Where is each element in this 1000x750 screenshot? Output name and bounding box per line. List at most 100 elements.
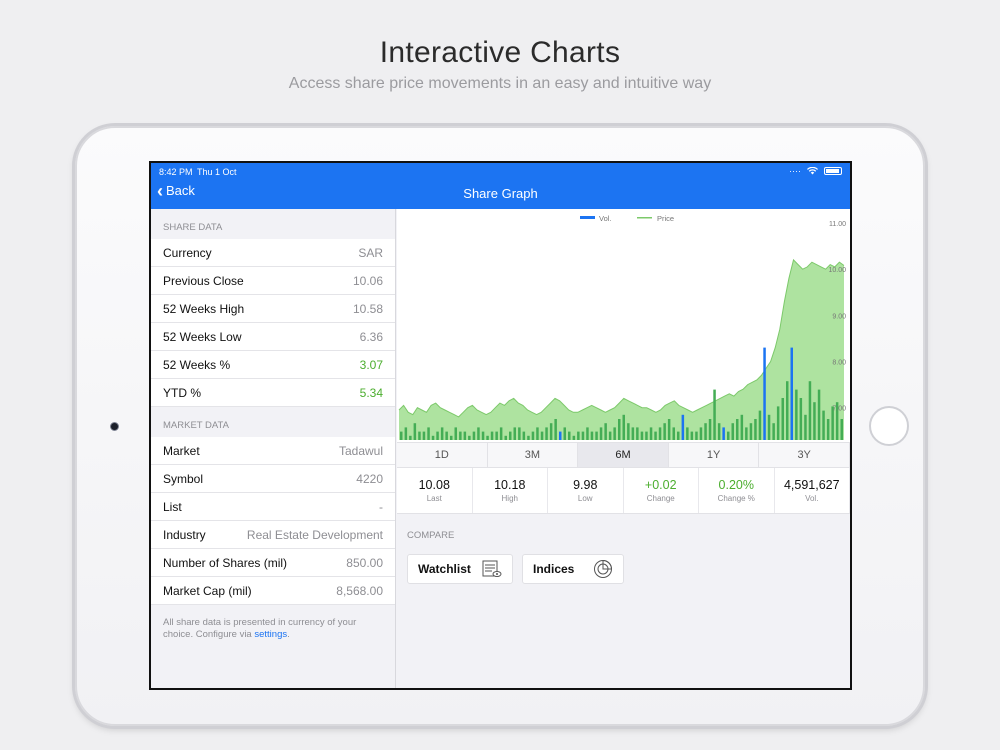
- currency-note: All share data is presented in currency …: [151, 605, 395, 653]
- share-data-row-label: 52 Weeks Low: [163, 329, 242, 344]
- volume-bar: [545, 427, 548, 440]
- volume-bar: [740, 414, 744, 440]
- volume-bar: [527, 435, 530, 440]
- stat-label: Change: [646, 494, 675, 503]
- chart-svg: 11.00 10.00 9.00 8.00 7.00 Vol. Price: [398, 214, 846, 440]
- market-data-row-label: Market Cap (mil): [163, 583, 252, 598]
- stat-label: Change %: [717, 494, 755, 503]
- share-data-row-value: 6.36: [359, 329, 383, 344]
- share-data-row-label: 52 Weeks High: [163, 301, 245, 316]
- market-data-row: Market Cap (mil) 8,568.00: [151, 577, 395, 605]
- volume-bar: [636, 427, 639, 440]
- volume-bar: [518, 427, 521, 440]
- volume-bar: [559, 431, 562, 440]
- volume-bar: [418, 431, 421, 440]
- note-suffix: .: [287, 629, 290, 640]
- volume-bar: [413, 423, 417, 440]
- volume-bar: [817, 389, 821, 440]
- volume-bar: [799, 398, 803, 440]
- stat-value: 0.20%: [718, 478, 754, 492]
- volume-bar: [826, 419, 830, 440]
- stat-value: 9.98: [573, 478, 598, 492]
- status-time: 8:42 PM: [159, 167, 193, 177]
- volume-bar: [490, 431, 494, 440]
- market-data-row-value: 8,568.00: [336, 583, 383, 598]
- volume-bar: [754, 419, 757, 440]
- legend-vol-swatch: [580, 216, 595, 219]
- battery-icon: [824, 167, 842, 175]
- volume-bar: [549, 423, 553, 440]
- tab-3y[interactable]: 3Y: [759, 443, 850, 467]
- share-data-row: YTD % 5.34: [151, 379, 395, 407]
- legend-vol-label: Vol.: [599, 214, 612, 223]
- share-data-panel: SHARE DATA Currency SAR Previous Close 10.0…: [151, 209, 396, 688]
- volume-bar: [577, 431, 580, 440]
- promo-title: Interactive Charts: [379, 36, 621, 69]
- stat-last: 10.08 Last: [397, 468, 473, 513]
- home-button[interactable]: [869, 406, 909, 446]
- watchlist-icon: [482, 560, 502, 577]
- volume-bar: [495, 431, 498, 440]
- volume-bar: [808, 381, 812, 440]
- market-data-header: MARKET DATA: [163, 420, 229, 431]
- volume-bar: [604, 423, 607, 440]
- status-indicators: ····: [789, 166, 842, 176]
- market-data-row-label: Market: [163, 443, 200, 458]
- share-data-row-value: 10.58: [352, 301, 383, 316]
- volume-bar: [631, 427, 635, 440]
- volume-bar: [654, 431, 657, 440]
- volume-bar: [422, 431, 426, 440]
- volume-bar: [781, 398, 784, 440]
- volume-bar: [477, 427, 480, 440]
- indices-button[interactable]: Indices: [522, 554, 624, 584]
- volume-bar: [454, 427, 457, 440]
- tab-1d[interactable]: 1D: [397, 443, 488, 467]
- market-data-row-label: Symbol: [163, 471, 204, 486]
- promo-subtitle: Access share price movements in an easy …: [288, 75, 712, 92]
- signal-icon: ····: [789, 166, 801, 176]
- share-chart[interactable]: 11.00 10.00 9.00 8.00 7.00 Vol. Price: [397, 209, 850, 442]
- share-data-row-label: Previous Close: [163, 273, 244, 288]
- stat-label: Last: [426, 494, 442, 503]
- market-data-row-value: -: [379, 499, 383, 514]
- volume-bar: [499, 427, 503, 440]
- volume-bar: [504, 435, 507, 440]
- volume-bar: [509, 431, 512, 440]
- volume-bar: [681, 414, 685, 440]
- volume-bar: [440, 427, 444, 440]
- status-date: Thu 1 Oct: [197, 167, 237, 177]
- nav-bar: 8:42 PM Thu 1 Oct ···· ‹ Back Share Grap…: [151, 163, 850, 209]
- volume-bar: [645, 431, 648, 440]
- volume-bar: [745, 427, 748, 440]
- volume-bar: [513, 427, 516, 440]
- stat-label: Low: [577, 494, 593, 503]
- volume-bar: [640, 431, 644, 440]
- market-data-row: Market Tadawul: [151, 437, 395, 465]
- y-tick-label: 9.00: [832, 313, 846, 320]
- watchlist-button[interactable]: Watchlist: [407, 554, 513, 584]
- volume-bar: [717, 423, 721, 440]
- legend-price-label: Price: [657, 214, 674, 223]
- share-data-row: Currency SAR: [151, 239, 395, 267]
- stat-label: High: [501, 494, 518, 503]
- tab-1y[interactable]: 1Y: [669, 443, 760, 467]
- share-data-row-value: 5.34: [359, 385, 383, 400]
- volume-bar: [540, 431, 544, 440]
- share-data-row-value: 10.06: [352, 273, 383, 288]
- volume-bar: [708, 419, 712, 440]
- share-data-row-value: SAR: [358, 245, 383, 260]
- volume-bar: [404, 427, 408, 440]
- settings-link[interactable]: settings: [254, 629, 287, 640]
- volume-bar: [486, 435, 489, 440]
- wifi-icon: [807, 167, 818, 175]
- market-data-row-value: 850.00: [346, 555, 383, 570]
- y-tick-label: 7.00: [832, 406, 846, 413]
- watchlist-label: Watchlist: [418, 562, 471, 576]
- tab-6m[interactable]: 6M: [578, 443, 669, 467]
- volume-bar: [790, 347, 793, 440]
- market-data-row: List -: [151, 493, 395, 521]
- stat-change: 0.20% Change %: [699, 468, 775, 513]
- volume-bar: [813, 402, 816, 440]
- volume-bar: [427, 427, 430, 440]
- tab-3m[interactable]: 3M: [488, 443, 579, 467]
